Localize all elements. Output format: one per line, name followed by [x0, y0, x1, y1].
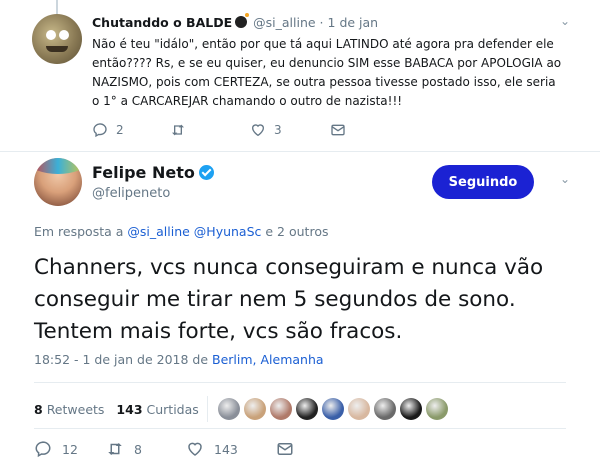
envelope-icon — [331, 124, 345, 136]
tweet-text: Não é teu "idálo", então por que tá aqui… — [92, 37, 562, 108]
reply-button[interactable]: 2 — [92, 122, 170, 138]
liker-avatar[interactable] — [399, 398, 422, 420]
divider — [206, 396, 208, 422]
liker-avatar[interactable] — [243, 398, 266, 420]
reply-header: Chutanddo o BALDE @si_alline · 1 de jan — [92, 13, 379, 30]
like-button[interactable]: 3 — [250, 122, 330, 138]
chevron-down-icon[interactable]: ⌄ — [560, 14, 570, 28]
display-name[interactable]: Felipe Neto — [92, 163, 214, 182]
reply-count: 2 — [116, 123, 124, 137]
separator-dot: · — [319, 15, 324, 30]
liker-avatar[interactable] — [373, 398, 396, 420]
bomb-emoji-icon — [235, 13, 250, 28]
avatar[interactable] — [34, 158, 82, 206]
retweet-button[interactable]: 8 — [106, 440, 186, 458]
like-button[interactable]: 143 — [186, 440, 276, 458]
heart-icon — [251, 124, 265, 137]
reply-tweet[interactable]: Chutanddo o BALDE @si_alline · 1 de jan … — [0, 0, 600, 152]
retweet-button[interactable] — [170, 122, 250, 138]
reply-count: 12 — [62, 441, 78, 457]
liker-avatar[interactable] — [347, 398, 370, 420]
avatar[interactable] — [32, 14, 82, 64]
liker-avatar[interactable] — [269, 398, 292, 420]
tweet-actions: 12 8 143 — [34, 440, 294, 458]
reply-button[interactable]: 12 — [34, 440, 106, 458]
divider — [34, 382, 566, 383]
tweet-date[interactable]: 1 de jan — [328, 15, 379, 30]
divider — [34, 428, 566, 429]
liker-avatar[interactable] — [425, 398, 448, 420]
verified-badge-icon — [198, 165, 214, 180]
thread-line — [56, 0, 58, 14]
likers-avatars[interactable] — [217, 398, 452, 420]
liker-avatar[interactable] — [321, 398, 344, 420]
location-link[interactable]: Berlim, Alemanha — [212, 352, 324, 367]
liker-avatar[interactable] — [217, 398, 240, 420]
envelope-icon — [277, 443, 293, 455]
retweet-icon — [172, 124, 184, 136]
retweets-stat[interactable]: 8 Retweets — [34, 402, 104, 417]
tweet-timestamp: 18:52 - 1 de jan de 2018 de Berlim, Alem… — [34, 352, 324, 367]
retweet-count: 8 — [134, 441, 142, 457]
tweet-text: Channers, vcs nunca conseguiram e nunca … — [34, 255, 544, 344]
engagement-stats: 8 Retweets 143 Curtidas — [34, 396, 452, 422]
like-count: 143 — [214, 441, 238, 457]
retweet-icon — [108, 443, 122, 455]
reply-icon — [35, 441, 51, 458]
handle[interactable]: @felipeneto — [92, 186, 170, 201]
chevron-down-icon[interactable]: ⌄ — [560, 172, 570, 186]
following-button[interactable]: Seguindo — [432, 165, 534, 199]
heart-icon — [188, 442, 202, 456]
dm-button[interactable] — [276, 440, 294, 458]
mention-links[interactable]: @si_alline @HyunaSc — [127, 224, 261, 239]
likes-stat[interactable]: 143 Curtidas — [116, 402, 198, 417]
liker-avatar[interactable] — [295, 398, 318, 420]
display-name[interactable]: Chutanddo o BALDE — [92, 15, 232, 30]
dm-button[interactable] — [330, 122, 346, 138]
like-count: 3 — [274, 123, 282, 137]
handle[interactable]: @si_alline — [253, 15, 315, 30]
reply-context: Em resposta a @si_alline @HyunaSc e 2 ou… — [34, 224, 329, 239]
reply-icon — [93, 123, 107, 138]
tweet-actions: 2 3 — [92, 122, 346, 138]
